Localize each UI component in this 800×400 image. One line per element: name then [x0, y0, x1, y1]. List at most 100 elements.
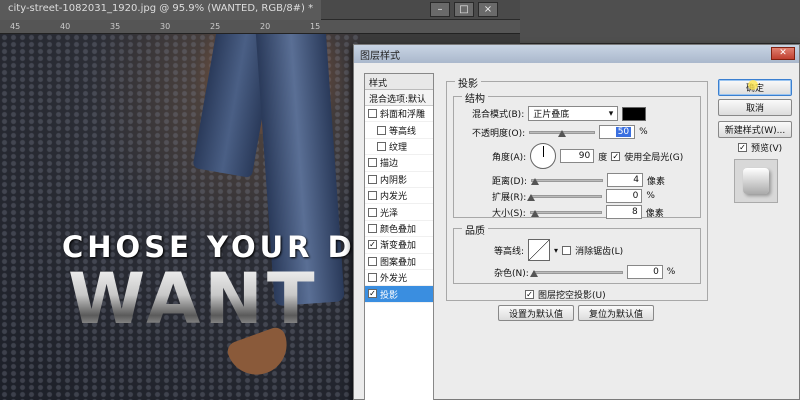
blend-mode-label: 混合模式(B): [472, 110, 525, 120]
drop-shadow-group: 投影 结构 混合模式(B): 正片叠底 ▾ 不透明度(O): 50 % 角度(A… [446, 75, 708, 301]
angle-row: 角度(A): 90 度 ✓ 使用全局光(G) [492, 143, 683, 169]
ruler-tick: 20 [260, 22, 271, 31]
style-item-label: 投影 [380, 290, 399, 301]
style-item-label: 描边 [380, 159, 399, 170]
distance-slider[interactable] [531, 175, 603, 185]
style-item[interactable]: 颜色叠加 [365, 221, 433, 238]
cancel-button[interactable]: 取消 [718, 99, 792, 116]
style-item-checkbox[interactable] [377, 125, 386, 135]
top-ruler: 45 40 35 30 25 20 15 [0, 20, 520, 34]
style-item-checkbox[interactable] [368, 158, 377, 168]
style-item-checkbox[interactable] [368, 256, 377, 266]
ruler-tick: 35 [110, 22, 121, 31]
distance-input[interactable]: 4 [607, 173, 643, 187]
slider-thumb[interactable] [527, 194, 536, 201]
preview-label: 预览(V) [751, 144, 783, 154]
slider-track [529, 211, 602, 214]
opacity-label: 不透明度(O): [472, 128, 526, 139]
opacity-slider[interactable] [529, 127, 596, 137]
spread-slider[interactable] [527, 191, 603, 201]
distance-unit: 像素 [647, 176, 666, 187]
style-item[interactable]: 内发光 [365, 188, 433, 205]
dialog-title-bar: 图层样式 ✕ [354, 45, 799, 63]
knockout-label: 图层挖空投影(U) [538, 291, 606, 301]
style-item[interactable]: 内阴影 [365, 172, 433, 188]
knockout-checkbox[interactable]: ✓ [525, 290, 534, 299]
size-input[interactable]: 8 [605, 205, 642, 219]
style-item-label: 等高线 [389, 126, 417, 137]
reset-default-button[interactable]: 复位为默认值 [578, 305, 654, 321]
global-light-checkbox[interactable]: ✓ [611, 151, 621, 161]
style-item-checkbox[interactable]: ✓ [368, 240, 377, 250]
style-item-checkbox[interactable] [368, 174, 377, 184]
style-item-checkbox[interactable] [368, 273, 377, 283]
contour-row: 等高线: ▾ 消除锯齿(L) [494, 239, 623, 261]
slider-thumb[interactable] [530, 210, 539, 217]
style-item-label: 纹理 [389, 142, 408, 153]
style-item-checkbox[interactable] [377, 141, 386, 151]
size-unit: 像素 [645, 208, 664, 219]
noise-label: 杂色(N): [494, 268, 529, 279]
slider-track [530, 195, 603, 198]
document-tab[interactable]: city-street-1082031_1920.jpg @ 95.9% (WA… [0, 0, 322, 20]
blend-options-item[interactable]: 混合选项:默认 [365, 90, 433, 106]
minimize-button[interactable]: – [430, 2, 450, 17]
size-label: 大小(S): [492, 208, 526, 219]
style-item-checkbox[interactable] [368, 223, 377, 233]
angle-unit: 度 [598, 152, 608, 163]
right-panel-header [520, 0, 800, 44]
angle-label: 角度(A): [492, 152, 527, 163]
noise-value: 0 [653, 267, 659, 277]
knockout-row: ✓ 图层挖空投影(U) [525, 288, 606, 301]
quality-title: 品质 [462, 222, 488, 237]
set-default-button[interactable]: 设置为默认值 [498, 305, 574, 321]
style-item[interactable]: 纹理 [365, 139, 433, 156]
styles-header[interactable]: 样式 [365, 74, 433, 90]
angle-input[interactable]: 90 [560, 149, 595, 163]
dialog-title: 图层样式 [360, 51, 400, 62]
document-canvas[interactable]: CHOSE YOUR DE WANT [0, 34, 360, 400]
size-slider[interactable] [529, 207, 602, 217]
dialog-close-button[interactable]: ✕ [771, 47, 795, 60]
opacity-row: 不透明度(O): 50 % [472, 125, 648, 139]
opacity-input[interactable]: 50 [599, 125, 636, 139]
style-item[interactable]: 描边 [365, 155, 433, 172]
style-item-checkbox[interactable] [368, 207, 377, 217]
style-item-checkbox[interactable] [368, 109, 377, 119]
slider-thumb[interactable] [558, 130, 567, 137]
style-list: 样式 混合选项:默认 斜面和浮雕等高线纹理描边内阴影 内发光 光泽颜色叠加 ✓ 渐变叠加… [364, 73, 434, 400]
slider-thumb[interactable] [529, 270, 538, 277]
slider-track [532, 271, 623, 274]
blend-mode-select[interactable]: 正片叠底 ▾ [528, 106, 619, 121]
contour-picker[interactable] [528, 239, 551, 261]
drop-shadow-section-title: 投影 [455, 75, 481, 90]
new-style-button[interactable]: 新建样式(W)... [718, 121, 792, 138]
slider-thumb[interactable] [531, 178, 539, 185]
style-item[interactable]: 光泽 [365, 204, 433, 221]
noise-input[interactable]: 0 [626, 265, 663, 279]
style-item-label: 颜色叠加 [380, 224, 417, 235]
blend-mode-row: 混合模式(B): 正片叠底 ▾ [472, 106, 647, 121]
antialias-checkbox[interactable] [562, 245, 572, 255]
spread-input[interactable]: 0 [606, 189, 643, 203]
style-item-checkbox[interactable]: ✓ [368, 289, 377, 299]
chevron-down-icon[interactable]: ▾ [554, 246, 558, 255]
distance-row: 距离(D): 4 像素 [492, 173, 665, 187]
style-item-checkbox[interactable] [368, 191, 377, 201]
close-button[interactable]: × [478, 2, 498, 17]
shadow-color-swatch[interactable] [622, 106, 647, 121]
style-item[interactable]: 图案叠加 [365, 254, 433, 270]
angle-dial[interactable] [530, 143, 557, 169]
style-item[interactable]: 等高线 [365, 122, 433, 139]
style-item[interactable]: 斜面和浮雕 [365, 106, 433, 123]
spread-label: 扩展(R): [492, 192, 527, 203]
preview-row: ✓ 预览(V) [738, 141, 782, 154]
style-item-label: 图案叠加 [380, 257, 417, 268]
restore-button[interactable]: □ [454, 2, 474, 17]
photoshop-window: city-street-1082031_1920.jpg @ 95.9% (WA… [0, 0, 800, 400]
style-item[interactable]: 外发光 [365, 270, 433, 287]
style-item[interactable]: ✓ 投影 [365, 286, 433, 303]
preview-checkbox[interactable]: ✓ [738, 143, 747, 152]
noise-slider[interactable] [529, 267, 623, 277]
style-item[interactable]: ✓ 渐变叠加 [365, 237, 433, 254]
